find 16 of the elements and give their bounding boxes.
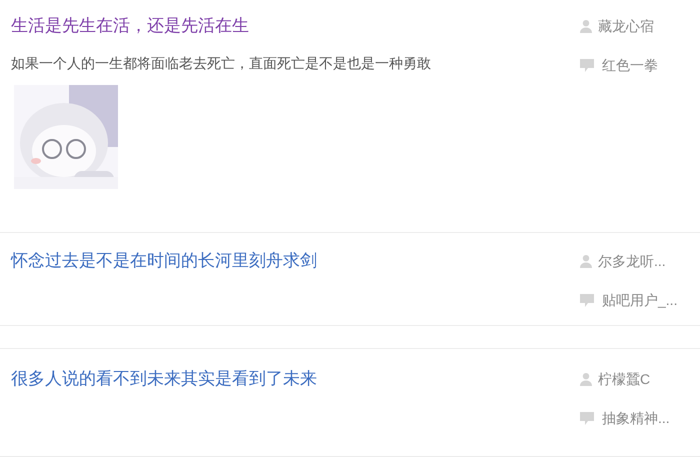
thread-title-link[interactable]: 怀念过去是不是在时间的长河里刻舟求剑 — [11, 251, 317, 270]
last-replier-name[interactable]: 红色一拳 — [602, 55, 658, 76]
author-name[interactable]: 柠檬蠶C — [598, 369, 650, 390]
user-icon — [580, 255, 592, 268]
thread-abstract: 如果一个人的一生都将面临老去死亡，直面死亡是不是也是一种勇敢 — [11, 54, 431, 73]
last-replier-name[interactable]: 贴吧用户_... — [602, 290, 678, 311]
thread-title-link[interactable]: 很多人说的看不到未来其实是看到了未来 — [11, 369, 317, 388]
comment-icon — [580, 412, 594, 425]
author-name[interactable]: 藏龙心宿 — [598, 16, 654, 37]
last-replier-name[interactable]: 抽象精神... — [602, 408, 670, 429]
author-name[interactable]: 尔多龙听... — [598, 251, 666, 272]
user-icon — [580, 20, 592, 33]
user-icon — [580, 373, 592, 386]
thread-title-link[interactable]: 生活是先生在活，还是先活在生 — [11, 16, 249, 35]
comment-icon — [580, 59, 594, 72]
comment-icon — [580, 294, 594, 307]
